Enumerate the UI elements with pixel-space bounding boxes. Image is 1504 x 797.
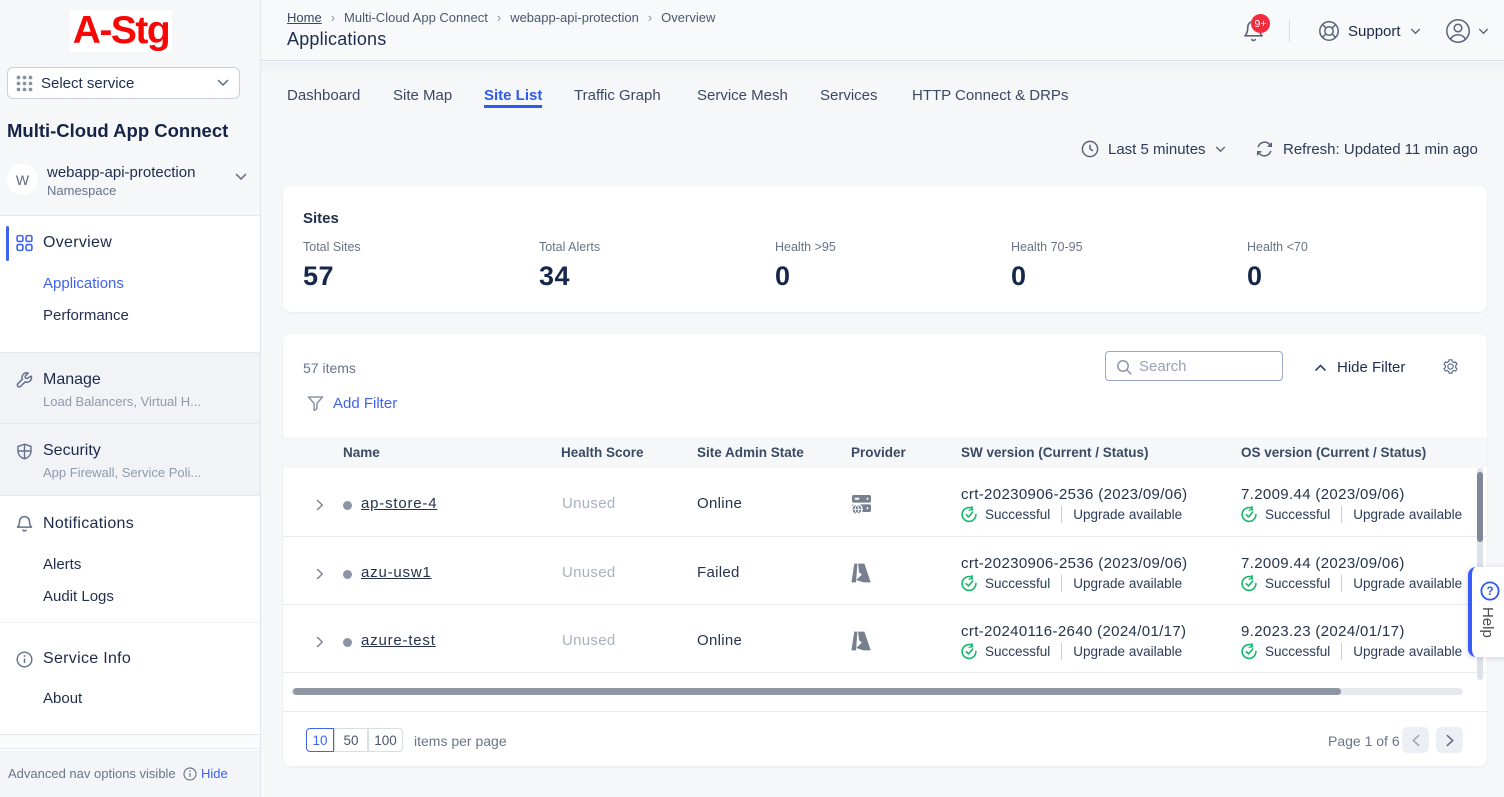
- svg-text:?: ?: [1486, 586, 1493, 598]
